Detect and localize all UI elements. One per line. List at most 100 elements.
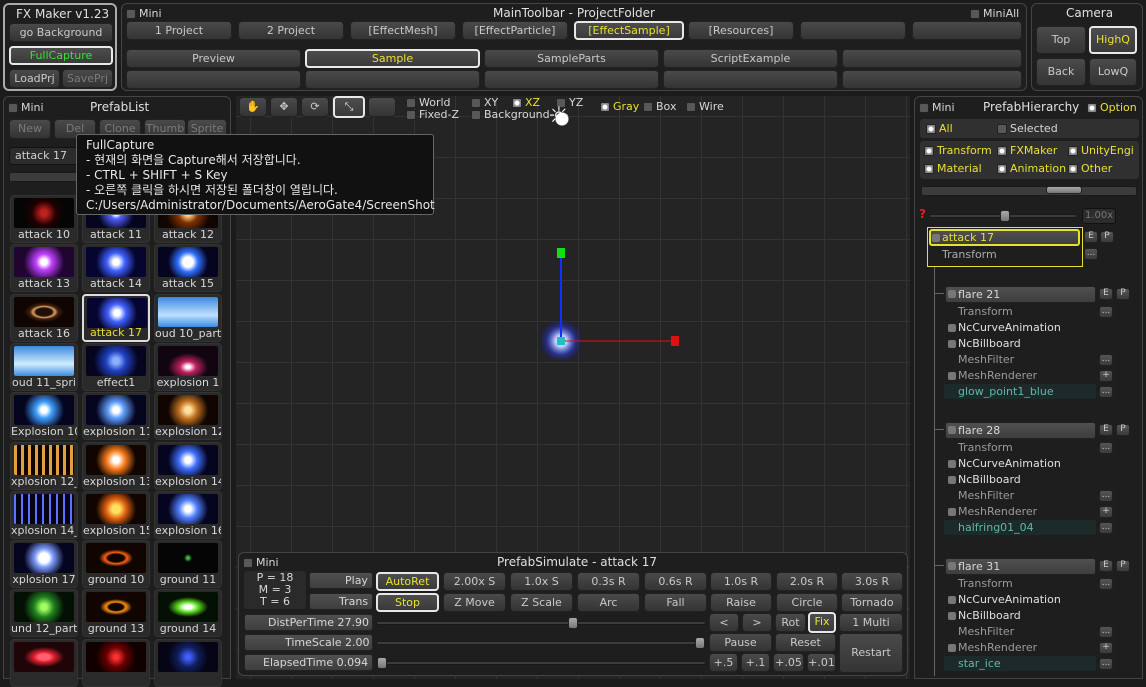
folder-effect-mesh[interactable]: [EffectMesh] <box>350 21 456 40</box>
component-label[interactable]: MeshFilter <box>958 353 1014 366</box>
component-label[interactable]: MeshFilter <box>958 489 1014 502</box>
prefab-thumbnail[interactable]: oud 10_partic <box>154 293 222 342</box>
prefab-thumbnail[interactable]: xplosion 17 <box>10 540 78 589</box>
folder-effect-particle[interactable]: [EffectParticle] <box>462 21 568 40</box>
component-label[interactable]: NcCurveAnimation <box>958 457 1061 470</box>
slider-knob[interactable] <box>377 657 387 669</box>
hierarchy-option-toggle[interactable]: Option <box>1087 101 1137 114</box>
play-option-button[interactable]: 0.6s R <box>644 572 707 591</box>
more-button[interactable]: ... <box>1099 442 1113 454</box>
prefab-button[interactable]: P <box>1116 424 1130 436</box>
trans-option-button[interactable]: Raise <box>710 593 772 612</box>
dist-per-time-slider[interactable] <box>376 617 706 629</box>
empty-tool-button[interactable] <box>368 97 396 117</box>
trans-option-button[interactable]: Arc <box>577 593 640 612</box>
subfolder-preview[interactable]: Preview <box>126 49 301 68</box>
edit-button[interactable]: E <box>1099 288 1113 300</box>
play-option-button[interactable]: 1.0x S <box>510 572 573 591</box>
x-axis-cap[interactable] <box>671 336 679 346</box>
root-transform-label[interactable]: Transform <box>942 248 997 261</box>
prefab-thumbnail[interactable]: Explosion 10 <box>10 392 78 441</box>
add-button[interactable]: + <box>1099 506 1113 518</box>
play-option-button[interactable]: 2.0s R <box>776 572 838 591</box>
trans-option-button[interactable]: Z Scale <box>510 593 573 612</box>
folder-empty-2[interactable] <box>912 21 1022 40</box>
prefab-search-field[interactable]: attack 17 <box>9 147 79 165</box>
wire-toggle[interactable]: Wire <box>686 100 724 113</box>
camera-highq-button[interactable]: HighQ <box>1089 26 1137 54</box>
edit-button[interactable]: E <box>1099 424 1113 436</box>
hierarchy-scale-slider[interactable] <box>929 210 1077 222</box>
trans-option-button[interactable]: Stop <box>376 593 439 612</box>
play-option-button[interactable]: 1.0s R <box>710 572 772 591</box>
filter-animation-toggle[interactable]: Animation <box>997 162 1066 175</box>
subfolder-empty-4[interactable] <box>484 70 659 89</box>
more-button[interactable]: ... <box>1099 306 1113 318</box>
component-label[interactable]: NcBillboard <box>958 473 1021 486</box>
background-toggle[interactable]: Background <box>471 108 550 121</box>
prefab-thumbnail[interactable] <box>154 638 222 687</box>
prefab-thumbnail[interactable]: explosion 12 <box>154 392 222 441</box>
subfolder-empty-2[interactable] <box>126 70 301 89</box>
fix-button[interactable]: Fix <box>808 612 836 633</box>
step-01-button[interactable]: +.1 <box>741 653 770 672</box>
subfolder-sample[interactable]: Sample <box>305 49 480 68</box>
camera-top-button[interactable]: Top <box>1036 26 1086 54</box>
trans-option-button[interactable]: Circle <box>776 593 838 612</box>
prefab-thumbnail[interactable]: attack 13 <box>10 244 78 293</box>
dist-increase-button[interactable]: > <box>742 613 772 632</box>
subfolder-empty-6[interactable] <box>842 70 1022 89</box>
prefab-thumbnail[interactable]: effect1 <box>82 342 150 391</box>
subfolder-sample-parts[interactable]: SampleParts <box>484 49 659 68</box>
step-001-button[interactable]: +.01 <box>807 653 836 672</box>
component-label[interactable]: MeshRenderer <box>958 641 1037 654</box>
edit-button[interactable]: E <box>1099 560 1113 572</box>
transform-gizmo[interactable] <box>520 240 690 360</box>
add-button[interactable]: + <box>1099 642 1113 654</box>
slider-knob[interactable] <box>695 637 705 649</box>
scope-all-toggle[interactable]: All <box>926 122 953 135</box>
prefab-thumbnail[interactable]: explosion 13 <box>82 441 150 490</box>
project-tab-1[interactable]: 1 Project <box>126 21 232 40</box>
component-label[interactable]: Transform <box>958 441 1013 454</box>
component-label[interactable]: Transform <box>958 305 1013 318</box>
go-background-button[interactable]: go Background <box>9 23 113 42</box>
save-project-button[interactable]: SavePrj <box>62 69 113 88</box>
prefab-button[interactable]: P <box>1100 231 1114 243</box>
more-button[interactable]: ... <box>1099 578 1113 590</box>
prefab-thumbnail[interactable]: attack 10 <box>10 195 78 243</box>
play-option-button[interactable]: AutoRet <box>376 572 439 591</box>
prefab-thumbnail[interactable]: xplosion 14_ <box>10 490 78 539</box>
restart-button[interactable]: Restart <box>839 633 903 673</box>
scope-selected-toggle[interactable]: Selected <box>997 122 1058 135</box>
subfolder-empty-3[interactable] <box>305 70 480 89</box>
full-capture-button[interactable]: FullCapture <box>9 46 113 65</box>
folder-empty-1[interactable] <box>800 21 906 40</box>
prefab-thumbnail[interactable]: explosion 16 <box>154 490 222 539</box>
more-button[interactable]: ... <box>1099 522 1113 534</box>
component-label[interactable]: Transform <box>958 577 1013 590</box>
component-label[interactable]: NcCurveAnimation <box>958 593 1061 606</box>
multi-button[interactable]: 1 Multi <box>839 613 903 632</box>
step-05-button[interactable]: +.5 <box>709 653 738 672</box>
prefab-thumbnail[interactable]: und 12_part <box>10 589 78 638</box>
more-button[interactable]: ... <box>1099 386 1113 398</box>
main-toolbar-mini-toggle[interactable]: Mini <box>126 7 162 20</box>
prefab-thumbnail[interactable] <box>82 638 150 687</box>
prefab-thumbnail[interactable]: ground 13 <box>82 589 150 638</box>
slider-knob[interactable] <box>1000 210 1010 222</box>
component-label[interactable]: MeshFilter <box>958 625 1014 638</box>
edit-button[interactable]: E <box>1084 231 1098 243</box>
rotate-tool-button[interactable]: ⟳ <box>301 97 329 117</box>
filter-fxmaker-toggle[interactable]: FXMaker <box>997 144 1057 157</box>
subfolder-script-example[interactable]: ScriptExample <box>663 49 838 68</box>
component-label[interactable]: star_ice <box>958 657 1001 670</box>
pause-button[interactable]: Pause <box>709 633 772 652</box>
more-button[interactable]: ... <box>1099 490 1113 502</box>
project-tab-2[interactable]: 2 Project <box>238 21 344 40</box>
y-axis-cap[interactable] <box>557 248 565 258</box>
more-button[interactable]: ... <box>1084 248 1098 260</box>
rot-button[interactable]: Rot <box>775 613 806 632</box>
prefab-thumbnail[interactable]: explosion 15 <box>82 490 150 539</box>
fixed-z-toggle[interactable]: Fixed-Z <box>406 108 459 121</box>
